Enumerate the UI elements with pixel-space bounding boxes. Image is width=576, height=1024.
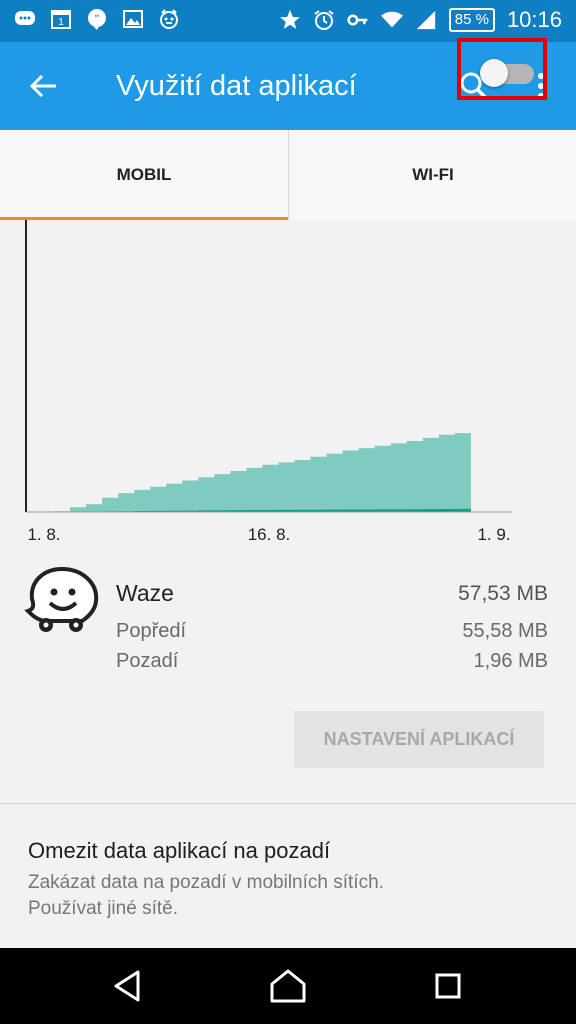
battery-indicator: 85 % bbox=[448, 8, 495, 32]
alarm-icon bbox=[313, 9, 335, 31]
chat-icon bbox=[14, 8, 36, 30]
svg-text:": " bbox=[95, 12, 99, 26]
app-settings-button[interactable]: NASTAVENÍ APLIKACÍ bbox=[294, 711, 544, 768]
background-usage: 1,96 MB bbox=[473, 650, 548, 672]
chart-svg: 1. 8. 16. 8. 1. 9. bbox=[25, 220, 512, 544]
calendar-icon: 1 bbox=[50, 8, 72, 30]
app-usage-details: Waze 57,53 MB Popředí 55,58 MB Pozadí 1,… bbox=[0, 565, 576, 800]
arrow-left-icon[interactable] bbox=[26, 68, 62, 104]
restrict-background-setting[interactable]: Omezit data aplikací na pozadí Zakázat d… bbox=[0, 804, 576, 948]
tab-wifi[interactable]: WI-FI bbox=[288, 130, 576, 220]
image-icon bbox=[122, 8, 144, 30]
svg-text:1: 1 bbox=[58, 17, 64, 28]
app-name: Waze bbox=[116, 580, 174, 606]
alarm-robot-icon bbox=[158, 8, 180, 30]
tab-bar: MOBIL WI-FI bbox=[0, 130, 576, 220]
star-icon bbox=[279, 9, 301, 31]
nav-back-icon[interactable] bbox=[108, 968, 148, 1004]
chart-x-tick-label: 1. 9. bbox=[477, 525, 510, 544]
nav-recents-icon[interactable] bbox=[428, 968, 468, 1004]
chart-x-tick-label: 16. 8. bbox=[248, 525, 291, 544]
chart-series-0 bbox=[54, 433, 471, 512]
clock: 10:16 bbox=[506, 7, 562, 32]
page-title: Využití dat aplikací bbox=[116, 70, 357, 102]
key-icon bbox=[347, 9, 369, 31]
app-total-usage: 57,53 MB bbox=[458, 582, 548, 605]
navigation-bar bbox=[0, 948, 576, 1024]
notification-icons: 1 " bbox=[14, 8, 180, 30]
chart-x-tick-label: 1. 8. bbox=[27, 525, 60, 544]
quote-icon: " bbox=[86, 8, 108, 30]
nav-home-icon[interactable] bbox=[268, 968, 308, 1004]
wifi-icon bbox=[380, 9, 403, 31]
foreground-label: Popředí bbox=[116, 620, 187, 642]
tab-label: WI-FI bbox=[412, 165, 454, 184]
system-icons: 85 % 10:16 bbox=[279, 6, 576, 34]
restrict-title: Omezit data aplikací na pozadí bbox=[28, 838, 331, 863]
data-usage-chart: 1. 8. 16. 8. 1. 9. bbox=[0, 220, 576, 560]
tab-label: MOBIL bbox=[116, 165, 172, 184]
restrict-description: Zakázat data na pozadí v mobilních sítíc… bbox=[28, 872, 384, 919]
toggle-thumb[interactable] bbox=[480, 59, 508, 87]
foreground-usage: 55,58 MB bbox=[462, 620, 548, 642]
signal-icon bbox=[415, 9, 437, 31]
background-label: Pozadí bbox=[116, 650, 179, 672]
waze-icon bbox=[22, 565, 102, 637]
tab-mobil[interactable]: MOBIL bbox=[0, 130, 288, 220]
status-bar: 1 " 85 % 10:16 bbox=[0, 0, 576, 42]
